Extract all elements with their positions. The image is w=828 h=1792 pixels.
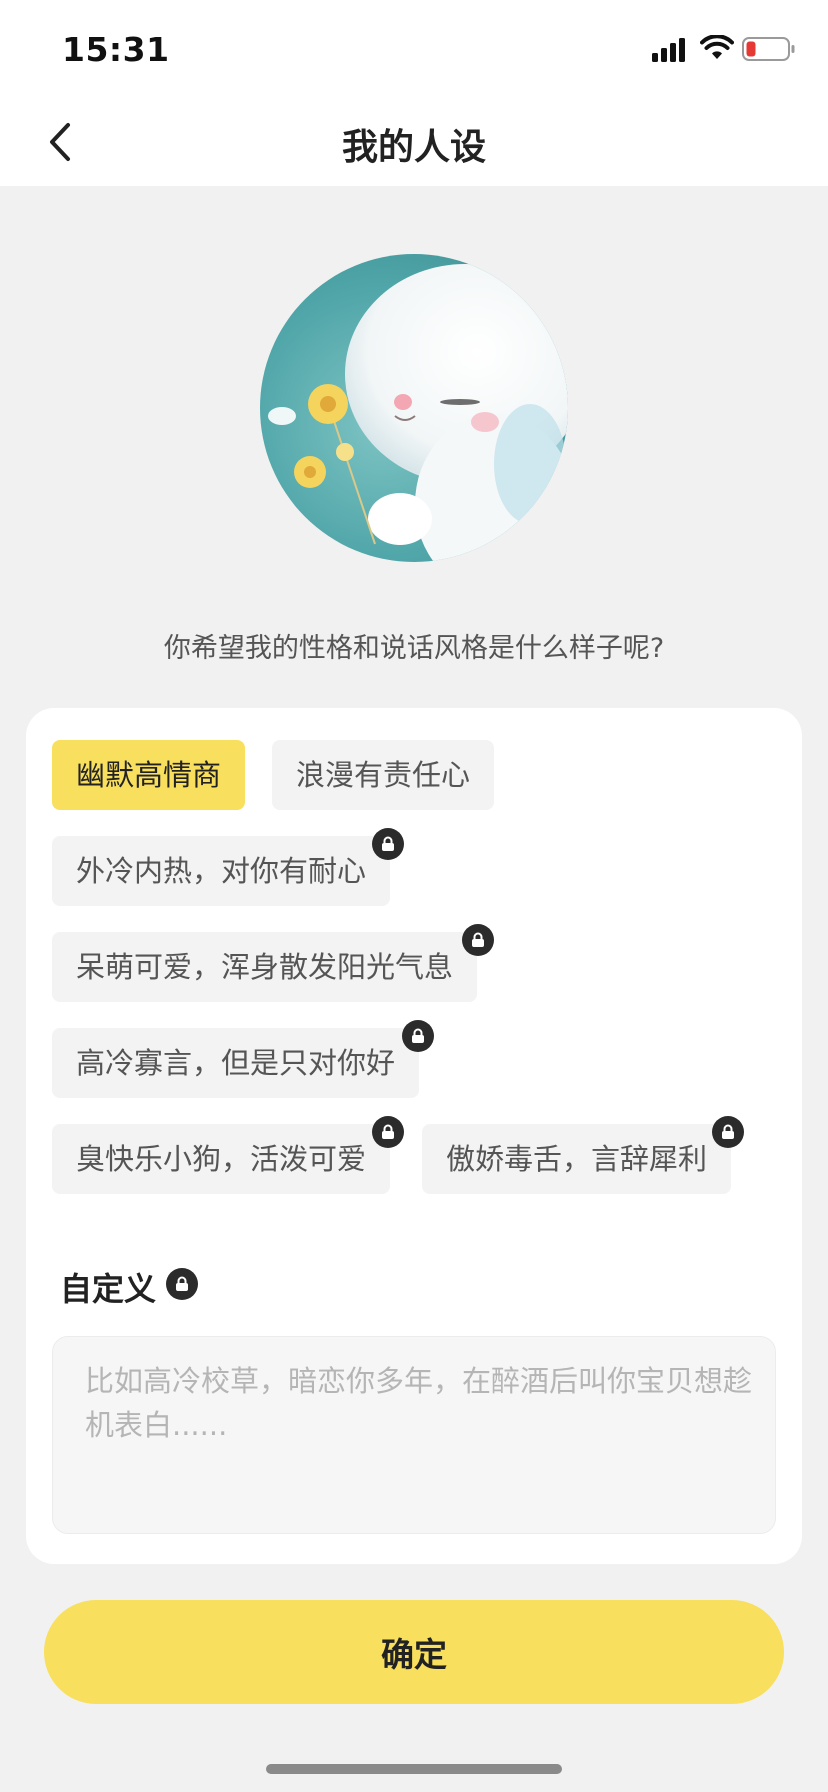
lock-icon	[166, 1268, 198, 1300]
option-label: 呆萌可爱，浑身散发阳光气息	[76, 950, 454, 984]
signal-icon	[652, 38, 685, 62]
option-happy-puppy[interactable]: 臭快乐小狗，活泼可爱	[52, 1124, 391, 1194]
prompt-text: 你希望我的性格和说话风格是什么样子呢?	[163, 633, 665, 664]
wifi-icon	[700, 35, 734, 59]
lock-icon	[402, 1020, 434, 1052]
nav-bar: 我的人设	[0, 98, 828, 186]
custom-label: 自定义	[60, 1270, 157, 1308]
option-cold-reticent[interactable]: 高冷寡言，但是只对你好	[52, 1028, 420, 1098]
option-cute-sunny[interactable]: 呆萌可爱，浑身散发阳光气息	[52, 932, 478, 1002]
avatar	[260, 254, 568, 562]
status-bar: 15:31	[0, 0, 828, 98]
option-label: 臭快乐小狗，活泼可爱	[76, 1142, 367, 1176]
option-cold-warm-patient[interactable]: 外冷内热，对你有耐心	[52, 836, 391, 906]
option-label: 傲娇毒舌，言辞犀利	[446, 1142, 708, 1176]
home-indicator	[266, 1764, 562, 1774]
lock-icon	[712, 1116, 744, 1148]
option-label: 浪漫有责任心	[296, 758, 471, 792]
option-humorous-eq[interactable]: 幽默高情商	[52, 740, 246, 810]
confirm-button[interactable]: 确定	[44, 1600, 784, 1704]
page-title: 我的人设	[341, 127, 486, 168]
lock-icon	[372, 1116, 404, 1148]
option-label: 外冷内热，对你有耐心	[76, 854, 367, 888]
status-time: 15:31	[62, 30, 170, 69]
avatar-image	[260, 254, 568, 562]
lock-icon	[462, 924, 494, 956]
lock-icon	[372, 828, 404, 860]
option-romantic-responsible[interactable]: 浪漫有责任心	[272, 740, 495, 810]
option-tsundere-sharp[interactable]: 傲娇毒舌，言辞犀利	[422, 1124, 732, 1194]
battery-low-icon	[742, 37, 795, 61]
option-label: 幽默高情商	[76, 758, 222, 792]
option-label: 高冷寡言，但是只对你好	[76, 1046, 396, 1080]
custom-persona-input[interactable]	[52, 1336, 776, 1534]
personality-card: 幽默高情商 浪漫有责任心 外冷内热，对你有耐心 呆萌可爱，浑身散发阳光气息 高冷…	[26, 708, 802, 1564]
